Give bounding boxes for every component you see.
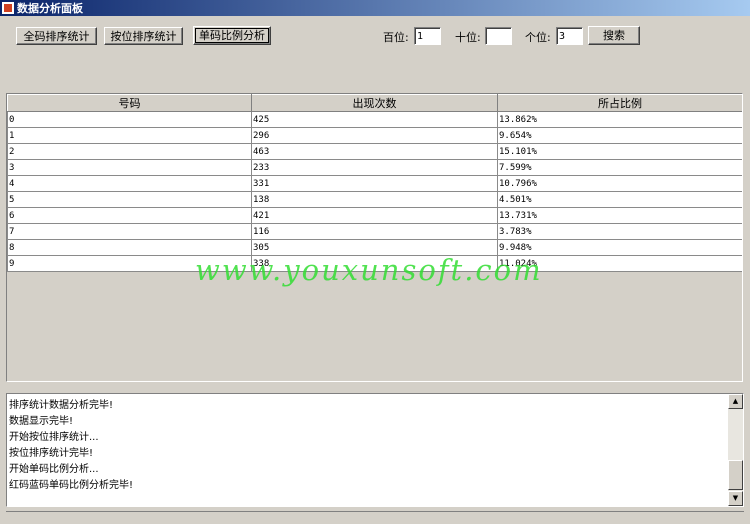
cell-count[interactable]: 233 [251,159,498,176]
log-line: 开始按位排序统计... [9,432,99,443]
scroll-up-arrow-icon[interactable]: ▲ [728,394,743,409]
cell-number[interactable]: 1 [7,127,252,144]
hundreds-label: 百位: [383,31,409,44]
header-count[interactable]: 出现次数 [251,94,498,112]
cell-count[interactable]: 421 [251,207,498,224]
hundreds-input[interactable] [414,27,441,45]
results-table: 号码 出现次数 所占比例 0 425 13.862% 1 296 9.654% 2 463… [7,94,742,272]
cell-number[interactable]: 6 [7,207,252,224]
table-row[interactable]: 1 296 9.654% [7,127,742,144]
title-bar: 数据分析面板 [0,0,750,16]
cell-count[interactable]: 463 [251,143,498,160]
cell-count[interactable]: 116 [251,223,498,240]
cell-ratio[interactable]: 13.731% [497,207,742,224]
ones-label: 个位: [525,31,551,44]
table-row[interactable]: 7 116 3.783% [7,223,742,240]
log-line: 按位排序统计完毕! [9,448,94,459]
watermark-text: www.youxunsoft.com [195,253,543,287]
log-line: 开始单码比例分析... [9,464,99,475]
log-content: 排序统计数据分析完毕! 数据显示完毕! 开始按位排序统计... 按位排序统计完毕… [9,394,727,494]
cell-number[interactable]: 2 [7,143,252,160]
log-line: 数据显示完毕! [9,416,74,427]
cell-count[interactable]: 331 [251,175,498,192]
cell-number[interactable]: 0 [7,111,252,128]
java-app-icon [2,2,14,14]
log-scrollbar[interactable]: ▲ ▼ [728,394,743,506]
ones-input[interactable] [556,27,583,45]
table-row[interactable]: 3 233 7.599% [7,159,742,176]
table-row[interactable]: 6 421 13.731% [7,207,742,224]
cell-ratio[interactable]: 4.501% [497,191,742,208]
log-textarea[interactable]: 排序统计数据分析完毕! 数据显示完毕! 开始按位排序统计... 按位排序统计完毕… [6,393,744,507]
results-table-panel: 号码 出现次数 所占比例 0 425 13.862% 1 296 9.654% 2 463… [6,93,743,382]
window-title: 数据分析面板 [17,2,83,15]
cell-count[interactable]: 138 [251,191,498,208]
log-line: 红码蓝码单码比例分析完毕! [9,480,134,491]
position-sort-button[interactable]: 按位排序统计 [104,27,183,45]
cell-number[interactable]: 4 [7,175,252,192]
scroll-thumb[interactable] [728,460,743,490]
table-row[interactable]: 0 425 13.862% [7,111,742,128]
log-line: 排序统计数据分析完毕! [9,400,114,411]
table-row[interactable]: 2 463 15.101% [7,143,742,160]
header-number[interactable]: 号码 [7,94,252,112]
cell-number[interactable]: 7 [7,223,252,240]
bottom-divider [6,511,744,512]
full-sort-button[interactable]: 全码排序统计 [16,27,97,45]
tens-label: 十位: [455,31,481,44]
tens-input[interactable] [485,27,512,45]
cell-ratio[interactable]: 3.783% [497,223,742,240]
cell-count[interactable]: 425 [251,111,498,128]
search-button[interactable]: 搜索 [588,26,640,45]
scroll-down-arrow-icon[interactable]: ▼ [728,491,743,506]
cell-ratio[interactable]: 10.796% [497,175,742,192]
cell-number[interactable]: 5 [7,191,252,208]
single-ratio-button[interactable]: 单码比例分析 [193,26,271,45]
table-row[interactable]: 5 138 4.501% [7,191,742,208]
cell-number[interactable]: 3 [7,159,252,176]
cell-ratio[interactable]: 15.101% [497,143,742,160]
cell-ratio[interactable]: 13.862% [497,111,742,128]
header-ratio[interactable]: 所占比例 [497,94,742,112]
cell-ratio[interactable]: 9.654% [497,127,742,144]
cell-count[interactable]: 296 [251,127,498,144]
cell-ratio[interactable]: 7.599% [497,159,742,176]
table-row[interactable]: 4 331 10.796% [7,175,742,192]
